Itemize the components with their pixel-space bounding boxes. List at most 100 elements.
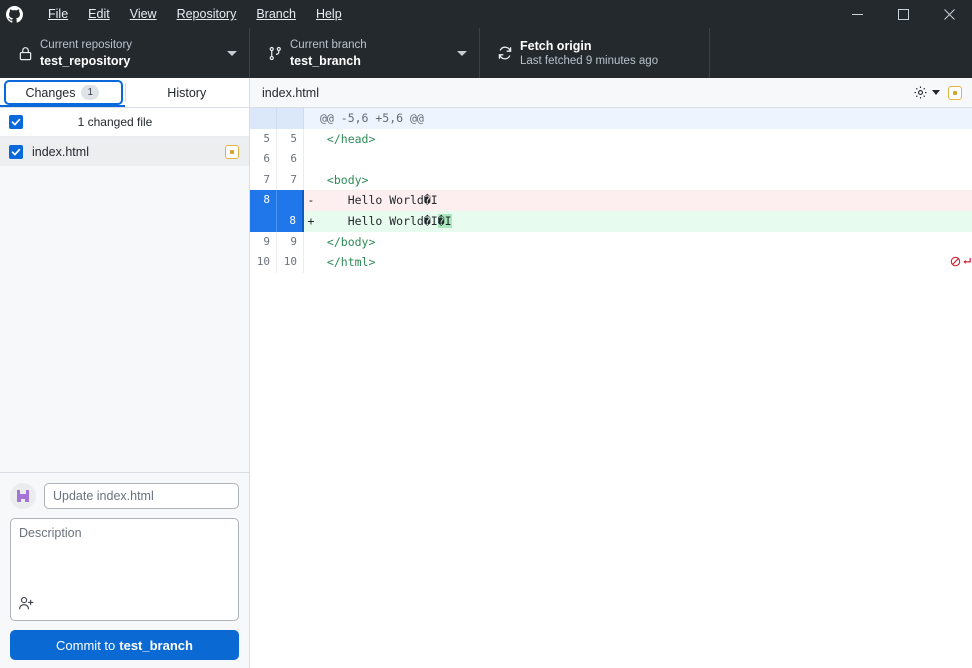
menu-edit[interactable]: Edit — [78, 2, 120, 26]
new-line-number: 6 — [277, 149, 304, 170]
commit-description-wrapper — [10, 518, 239, 621]
sync-icon — [492, 45, 518, 61]
no-newline-icon — [950, 255, 961, 269]
github-desktop-window: File Edit View Repository Branch Help Cu… — [0, 0, 972, 668]
github-logo-icon — [0, 0, 28, 28]
branch-name: test_branch — [290, 53, 361, 68]
old-line-number: 7 — [250, 169, 277, 191]
diff-line-deleted[interactable]: 8 - Hello World�I — [250, 190, 972, 211]
menu-repository-label: Repository — [176, 7, 237, 21]
current-repository-button[interactable]: Current repository test_repository — [0, 28, 250, 78]
repository-name: test_repository — [40, 53, 131, 68]
diff-line-context: 6 6 — [250, 149, 972, 170]
changed-files-header: 1 changed file — [0, 108, 249, 137]
window-controls — [834, 0, 972, 28]
old-line-number — [250, 210, 277, 232]
menu-branch-label: Branch — [256, 7, 296, 21]
sidebar-tabs: Changes 1 History — [0, 78, 249, 108]
avatar — [10, 483, 36, 509]
lock-icon — [12, 46, 38, 61]
diff-code: </html> — [320, 255, 376, 270]
new-line-number — [277, 190, 304, 211]
menu-help-label: Help — [315, 7, 342, 21]
diff-line-context: 7 7 <body> — [250, 169, 972, 191]
minimize-icon[interactable] — [834, 0, 880, 28]
close-icon[interactable] — [926, 0, 972, 28]
new-line-number: 8 — [277, 210, 304, 232]
old-line-number: 9 — [250, 231, 277, 253]
diff-line-context: 5 5 </head> — [250, 128, 972, 150]
diff-file-name: index.html — [262, 85, 319, 100]
maximize-icon[interactable] — [880, 0, 926, 28]
diff-code-unchanged: Hello World�I — [320, 213, 438, 228]
commit-summary-input[interactable] — [44, 483, 239, 509]
old-line-number: 8 — [250, 190, 277, 211]
new-line-number: 5 — [277, 128, 304, 150]
tab-history-label: History — [167, 85, 207, 100]
diff-pane: index.html @@ -5,6 +5,6 @@ 5 5 </head> 6… — [250, 78, 972, 668]
diff-code-inserted: �I — [437, 213, 452, 228]
changes-count-badge: 1 — [81, 85, 100, 100]
commit-button-prefix: Commit to — [56, 637, 116, 653]
diff-code: Hello World�I�I — [318, 211, 972, 232]
menu-repository[interactable]: Repository — [167, 2, 247, 26]
chevron-down-icon — [227, 51, 237, 56]
select-all-checkbox[interactable] — [9, 115, 23, 129]
branch-label: Current branch — [290, 38, 367, 51]
list-item[interactable]: index.html — [0, 137, 249, 166]
old-line-number — [250, 108, 277, 129]
old-line-number: 5 — [250, 128, 277, 150]
commit-button[interactable]: Commit to test_branch — [10, 630, 239, 660]
old-line-number: 10 — [250, 252, 277, 273]
add-coauthor-icon[interactable] — [18, 595, 35, 615]
diff-modified-status-icon — [948, 85, 962, 100]
diff-line-hunk: @@ -5,6 +5,6 @@ — [250, 108, 972, 129]
modified-status-icon — [225, 144, 239, 159]
menu-help[interactable]: Help — [306, 2, 352, 26]
new-line-number: 10 — [277, 252, 304, 273]
commit-summary-row — [10, 483, 239, 509]
fetch-origin-button[interactable]: Fetch origin Last fetched 9 minutes ago — [480, 28, 710, 78]
diff-line-context: 10 10 </html> — [250, 252, 972, 273]
menu-edit-label: Edit — [88, 7, 110, 21]
new-line-number: 9 — [277, 231, 304, 253]
diff-line-context: 9 9 </body> — [250, 231, 972, 253]
chevron-down-icon — [457, 51, 467, 56]
commit-form: Commit to test_branch — [0, 472, 249, 668]
old-line-number: 6 — [250, 149, 277, 170]
repository-label: Current repository — [40, 38, 133, 51]
diff-code: </body> — [320, 234, 376, 249]
file-name: index.html — [32, 144, 89, 159]
gear-icon[interactable] — [913, 85, 940, 100]
title-bar: File Edit View Repository Branch Help — [0, 0, 972, 28]
menu-file[interactable]: File — [38, 2, 78, 26]
diff-code: Hello World�I — [320, 193, 438, 208]
sidebar: Changes 1 History 1 changed file index.h… — [0, 78, 250, 668]
carriage-return-icon — [961, 255, 972, 269]
file-checkbox[interactable] — [9, 144, 23, 159]
diff-code: <body> — [320, 172, 369, 187]
commit-button-branch: test_branch — [119, 637, 193, 653]
commit-description-input[interactable] — [19, 526, 230, 594]
diff-line-added[interactable]: 8 + Hello World�I�I — [250, 210, 972, 232]
current-branch-button[interactable]: Current branch test_branch — [250, 28, 480, 78]
diff-header: index.html — [250, 78, 972, 108]
menu-view[interactable]: View — [120, 2, 167, 26]
diff-marker: - — [307, 193, 315, 208]
diff-hunk-header: @@ -5,6 +5,6 @@ — [320, 111, 424, 125]
diff-body: @@ -5,6 +5,6 @@ 5 5 </head> 6 6 7 7 <bod… — [250, 108, 972, 273]
menu-bar: File Edit View Repository Branch Help — [38, 0, 352, 28]
main-toolbar: Current repository test_repository Curre… — [0, 28, 972, 78]
fetch-title: Fetch origin — [520, 38, 592, 53]
menu-view-label: View — [129, 7, 157, 21]
menu-branch[interactable]: Branch — [246, 2, 306, 26]
tab-changes-label: Changes — [25, 85, 76, 100]
new-line-number: 7 — [277, 169, 304, 191]
tab-history[interactable]: History — [125, 78, 250, 107]
diff-code: </head> — [320, 131, 376, 146]
new-line-number — [277, 108, 304, 129]
chevron-down-icon — [932, 90, 940, 95]
menu-file-label: File — [48, 7, 69, 21]
fetch-subtitle: Last fetched 9 minutes ago — [520, 54, 659, 67]
tab-changes[interactable]: Changes 1 — [0, 78, 125, 107]
